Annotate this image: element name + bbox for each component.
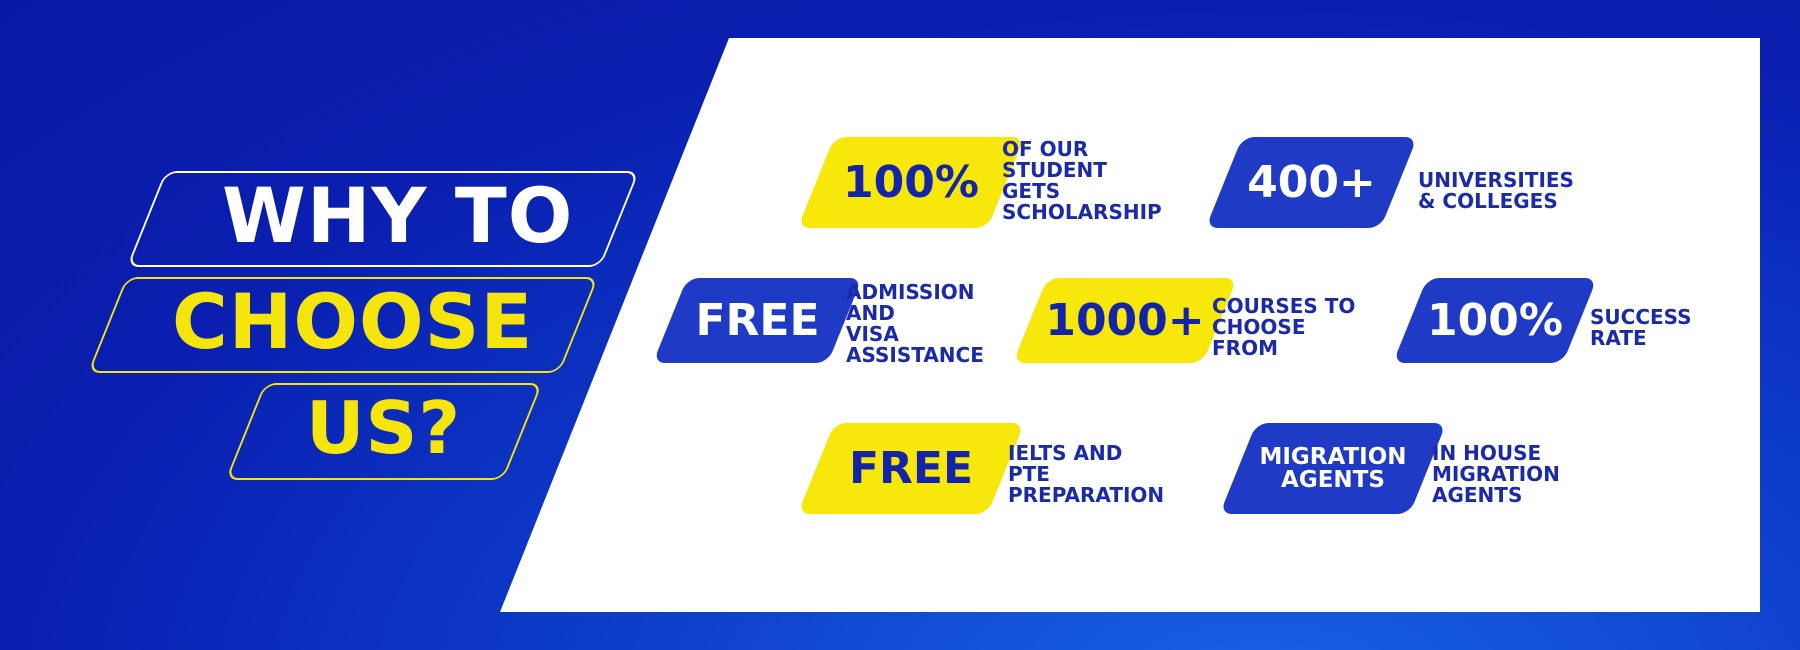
migration-description: IN HOUSE MIGRATION AGENTS [1432, 441, 1560, 507]
scholarship-description: OF OUR STUDENT GETS SCHOLARSHIP [1002, 137, 1162, 224]
heading-line-3: US? [306, 386, 462, 470]
admission-badge: FREE [695, 294, 820, 346]
success-description: SUCCESS RATE [1590, 305, 1692, 350]
admission-description: ADMISSION AND VISA ASSISTANCE [846, 280, 984, 367]
ielts-badge: FREE [848, 442, 974, 494]
universities-description: UNIVERSITIES & COLLEGES [1418, 168, 1574, 213]
heading-line-2: CHOOSE [172, 277, 534, 366]
universities-badge: 400+ [1247, 156, 1376, 208]
heading-line-1: WHY TO [222, 171, 574, 260]
success-badge: 100% [1427, 294, 1563, 346]
scholarship-badge: 100% [843, 156, 979, 208]
courses-description: COURSES TO CHOOSE FROM [1212, 294, 1356, 360]
migration-badge: MIGRATION AGENTS [1259, 443, 1407, 493]
courses-badge: 1000+ [1045, 294, 1205, 346]
ielts-description: IELTS AND PTE PREPARATION [1008, 441, 1165, 507]
